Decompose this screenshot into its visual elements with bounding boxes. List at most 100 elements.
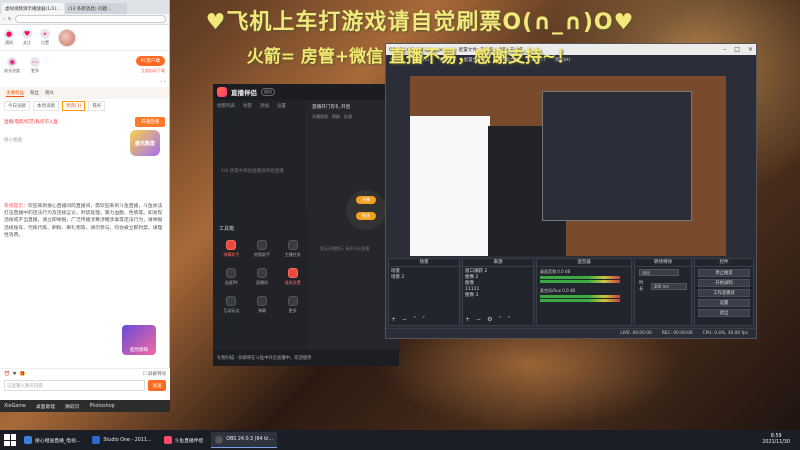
follow-button[interactable]: ♥ 关注 xyxy=(22,29,32,46)
chat-input[interactable]: 这里输入聊天内容 xyxy=(4,380,145,391)
transitions-dock-title: 转场特效 xyxy=(635,259,691,267)
rec-timer: REC: 00:00:00 xyxy=(661,331,693,336)
sources-list: 窗口捕获 2 图像 2 图像 11111 图像 3 xyxy=(463,267,533,301)
scenes-dock: 场景 场景 场景 2 + − ˄ ˅ xyxy=(388,258,460,326)
gift-icon[interactable]: 🎁 xyxy=(20,372,26,377)
remove-icon[interactable]: − xyxy=(402,316,407,323)
studio-mode-button[interactable]: 工作室模式 xyxy=(698,289,750,297)
heart-icon[interactable]: ♥ xyxy=(13,372,17,377)
location-button[interactable]: ⌖ 位置 xyxy=(40,29,50,46)
gear-icon[interactable]: ⚙ xyxy=(487,316,492,323)
duration-input[interactable]: 300 ms xyxy=(650,282,687,290)
taskbar: 接心相送直播_电视... Studio One - 2011... 斗鱼直播伴侣… xyxy=(0,430,800,450)
down-icon[interactable]: ˅ xyxy=(422,316,425,323)
system-message-body: 欢迎来到接心直播间的直播间，需欢迎来到斗鱼直播，斗鱼依法打击直播中的违法行为及违… xyxy=(4,204,163,238)
clock-icon[interactable]: ⏰ xyxy=(4,372,10,377)
helper-status-text: 礼物扫描 · 你即将在斗鱼中开启直播中，欢迎使用 xyxy=(217,356,312,361)
refresh-icon[interactable]: ↻ xyxy=(8,17,12,22)
taskbar-item[interactable]: OBS 24.0.3 (64 bi... xyxy=(211,432,278,448)
avatar[interactable] xyxy=(58,29,76,47)
chat-input-area: ⏰ ♥ 🎁 ☐ 屏蔽特效 这里输入聊天内容 发送 xyxy=(0,368,170,400)
shortcut-desktop[interactable]: 桌面助理 xyxy=(36,403,55,410)
browser-tab-2[interactable]: (13 条新消息) 问题... xyxy=(65,3,127,14)
taskbar-item[interactable]: 斗鱼直播伴侣 xyxy=(160,432,208,448)
pc-client-button[interactable]: PC客户端 xyxy=(135,56,165,66)
send-button[interactable]: 发送 xyxy=(148,380,166,391)
remove-icon[interactable]: − xyxy=(476,316,481,323)
hall-badge[interactable]: 盛光殿堂 xyxy=(130,130,160,156)
tool-item[interactable]: 主播任务 xyxy=(278,240,307,258)
helper-tab-1[interactable]: 场景列表 xyxy=(217,103,235,109)
tab-viewers[interactable]: 观众 xyxy=(45,90,54,96)
helper-right-note: 暂无开播提示 请先开启直播 xyxy=(320,246,370,251)
tool-item[interactable]: 弹幕助手 xyxy=(217,240,246,258)
volume-slider[interactable] xyxy=(540,299,620,302)
tab-loyal[interactable]: 铁杆 xyxy=(88,101,106,111)
open-live-button[interactable]: 开通直播 xyxy=(135,117,165,127)
more-button[interactable]: ⋯ 更多 xyxy=(30,56,40,74)
up-icon[interactable]: ˄ xyxy=(413,316,416,323)
overlay-banner-2: 火箭= 房管+微信 直播不易，感谢支持~！ xyxy=(246,47,574,67)
tab-anchor-rights[interactable]: 主播权益 xyxy=(6,90,24,97)
system-message: 系统提示：欢迎来到接心直播间的直播间，需欢迎来到斗鱼直播，斗鱼依法打击直播中的违… xyxy=(0,203,169,239)
growth-button[interactable]: ◉ 成长进度 xyxy=(4,56,20,74)
taskbar-item[interactable]: Studio One - 2011... xyxy=(88,432,155,448)
mixer-dock: 混音器 桌面音频 0.0 dB 麦克风/Aux 0.0 dB xyxy=(536,258,632,326)
start-recording-button[interactable]: 开始录制 xyxy=(698,279,750,287)
list-item[interactable]: 场景 2 xyxy=(391,275,457,281)
helper-tab-2[interactable]: 场景 xyxy=(243,103,252,109)
add-icon[interactable]: + xyxy=(465,316,470,323)
push-stream-button[interactable]: 推流 xyxy=(356,212,376,220)
help-link[interactable]: 帮助 xyxy=(332,114,340,120)
close-icon[interactable]: × xyxy=(748,46,753,53)
shortcut-photoshop[interactable]: Photoshop xyxy=(89,404,114,409)
tool-icon xyxy=(287,296,298,306)
notify-button[interactable]: ● 通知 xyxy=(4,29,14,46)
transition-duration-row: 时长 300 ms xyxy=(635,278,691,294)
tab-fans[interactable]: 粉丝 xyxy=(30,90,39,96)
taskbar-clock[interactable]: 8:59 2021/11/30 xyxy=(762,434,800,446)
block-effects-checkbox[interactable]: ☐ 屏蔽特效 xyxy=(143,371,166,377)
shortcut-xiegame[interactable]: XieGame xyxy=(4,404,26,409)
list-item[interactable]: 图像 3 xyxy=(465,293,531,299)
windows-start-icon[interactable] xyxy=(4,434,16,446)
feedback-link[interactable]: 反馈 xyxy=(344,114,352,120)
helper-name: 直播伴侣 xyxy=(231,89,257,97)
tool-item[interactable]: 房管助手 xyxy=(248,240,277,258)
browser-tab-1[interactable]: 虚拟视频演示播放器(1/2)... xyxy=(2,3,64,14)
up-icon[interactable]: ˄ xyxy=(498,316,501,323)
volume-slider[interactable] xyxy=(540,280,620,283)
shortcut-ms[interactable]: 微软识 xyxy=(65,403,79,410)
transition-select[interactable]: 淡出 xyxy=(639,269,679,276)
tab-week[interactable]: 本周贡献 xyxy=(33,101,59,111)
tool-item[interactable]: 弹幕 xyxy=(248,296,277,314)
tool-item[interactable]: 直播间 xyxy=(248,268,277,286)
cert-row: 直播/电影/综艺/私房可入直 开通直播 xyxy=(0,113,169,131)
heart-icon: ♥ xyxy=(22,29,32,39)
mixer-channel-mic: 麦克风/Aux 0.0 dB xyxy=(537,286,631,305)
tool-item[interactable]: 道具设置 xyxy=(278,268,307,286)
exit-button[interactable]: 退出 xyxy=(698,309,750,317)
add-icon[interactable]: + xyxy=(391,316,396,323)
back-icon[interactable]: ‹ xyxy=(3,17,5,22)
tab-vip[interactable]: 贵宾(1) xyxy=(62,101,86,111)
stop-stream-button[interactable]: 停止推流 xyxy=(698,269,750,277)
tool-item[interactable]: 连麦PK xyxy=(217,268,246,286)
taskbar-item[interactable]: 接心相送直播_电视... xyxy=(20,432,84,448)
helper-tab-4[interactable]: 设置 xyxy=(277,103,286,109)
tool-item[interactable]: 互动玩法 xyxy=(217,296,246,314)
tool-item[interactable]: 更多 xyxy=(278,296,307,314)
rules-link[interactable]: 开播规则 xyxy=(312,114,328,120)
minimize-icon[interactable]: – xyxy=(723,46,726,53)
down-icon[interactable]: ˅ xyxy=(507,316,510,323)
helper-tab-3[interactable]: 添加 xyxy=(260,103,269,109)
live-helper-icon xyxy=(163,436,172,444)
obs-icon xyxy=(215,435,224,444)
pager-arrows[interactable]: ‹ › xyxy=(0,79,169,87)
start-live-button[interactable]: 开播 xyxy=(356,196,376,204)
capricorn-badge[interactable]: 超然摩羯 xyxy=(122,325,156,355)
maximize-icon[interactable]: □ xyxy=(734,46,740,53)
settings-button[interactable]: 设置 xyxy=(698,299,750,307)
live-helper-window: 直播伴侣 测试 场景列表 场景 添加 设置 1/6 场景中添加直播源开始直播 工… xyxy=(213,84,399,366)
tab-today[interactable]: 今日贡献 xyxy=(4,101,30,111)
